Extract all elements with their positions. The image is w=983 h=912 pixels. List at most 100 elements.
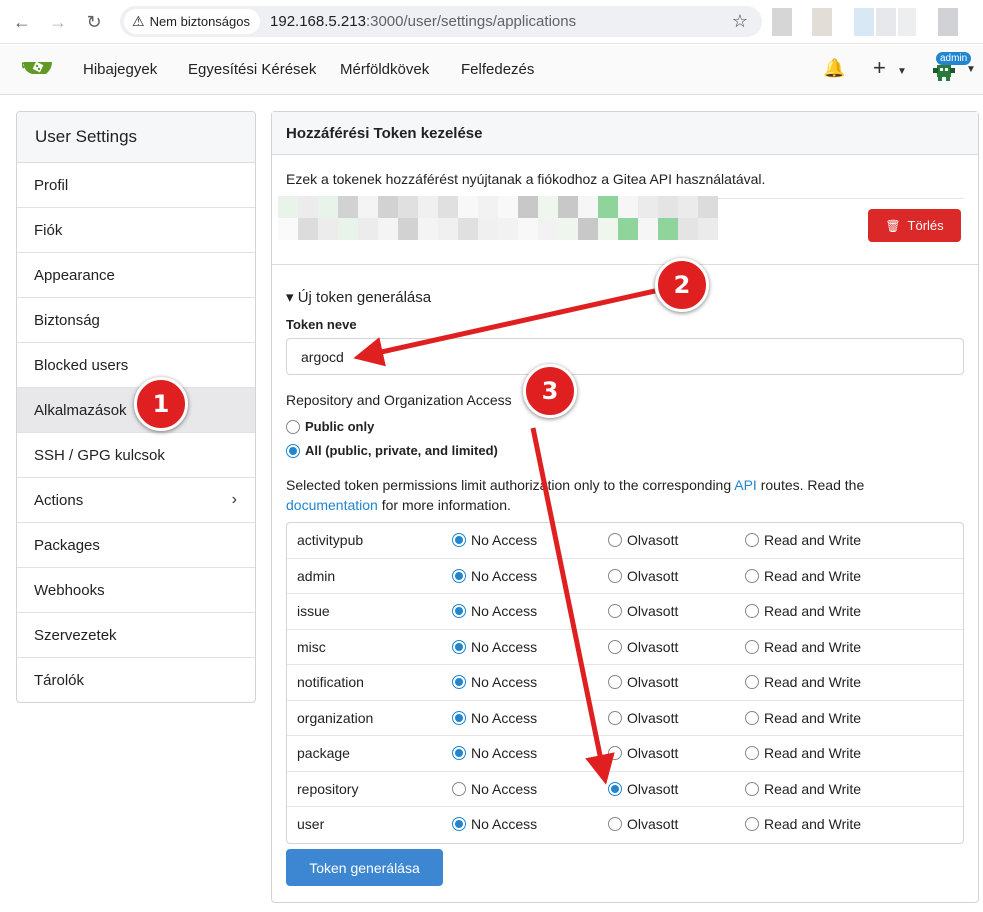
permission-option[interactable]: Olvasott <box>608 603 678 619</box>
radio-button[interactable] <box>745 710 759 725</box>
permission-option[interactable]: No Access <box>452 603 537 619</box>
security-chip[interactable]: ⚠ Nem biztonságos <box>124 9 261 34</box>
nav-milestones[interactable]: Mérföldkövek <box>340 61 429 78</box>
sidebar-item-blocked-users[interactable]: Blocked users <box>17 343 255 388</box>
radio-button[interactable] <box>745 675 759 689</box>
sidebar-item-organizations[interactable]: Szervezetek <box>17 613 255 658</box>
permission-option[interactable]: No Access <box>452 639 537 655</box>
sidebar-item-account[interactable]: Fiók <box>17 208 255 253</box>
radio-button[interactable] <box>608 710 622 725</box>
sidebar-item-packages[interactable]: Packages <box>17 523 255 568</box>
permission-option[interactable]: Read and Write <box>745 603 861 619</box>
permission-option[interactable]: No Access <box>452 781 537 797</box>
permission-option[interactable]: Read and Write <box>745 674 861 690</box>
extension-icon[interactable] <box>876 8 896 36</box>
radio-button[interactable] <box>608 639 622 654</box>
radio-button[interactable] <box>608 817 622 831</box>
radio-button[interactable] <box>608 675 622 689</box>
forward-icon[interactable]: → <box>40 4 76 40</box>
radio-button[interactable] <box>286 443 300 458</box>
permission-option[interactable]: Read and Write <box>745 532 861 548</box>
gitea-logo-icon[interactable] <box>22 57 54 81</box>
permission-option[interactable]: Read and Write <box>745 745 861 761</box>
security-label: Nem biztonságos <box>149 14 251 29</box>
permission-option[interactable]: Olvasott <box>608 745 678 761</box>
permission-option[interactable]: Olvasott <box>608 639 678 655</box>
radio-button[interactable] <box>452 746 466 760</box>
sidebar-title: User Settings <box>17 112 255 163</box>
bookmark-star-icon[interactable]: ☆ <box>732 11 748 32</box>
permission-option[interactable]: No Access <box>452 568 537 584</box>
permission-option[interactable]: Olvasott <box>608 532 678 548</box>
permission-option[interactable]: No Access <box>452 745 537 761</box>
permission-option[interactable]: Olvasott <box>608 674 678 690</box>
new-token-toggle[interactable]: ▾ Új token generálása <box>286 288 431 306</box>
permission-option[interactable]: Olvasott <box>608 710 678 726</box>
radio-button[interactable] <box>745 817 759 831</box>
radio-button[interactable] <box>745 533 759 547</box>
extension-icon[interactable] <box>772 8 792 36</box>
api-link[interactable]: API <box>734 477 757 493</box>
permission-option[interactable]: Read and Write <box>745 568 861 584</box>
permission-option[interactable]: Olvasott <box>608 781 678 797</box>
radio-button[interactable] <box>452 781 466 796</box>
delete-token-button[interactable]: 🗑 Törlés <box>868 209 961 242</box>
radio-button[interactable] <box>452 817 466 831</box>
radio-button[interactable] <box>608 533 622 547</box>
bell-icon[interactable]: 🔔 <box>823 58 845 79</box>
permission-option[interactable]: No Access <box>452 816 537 832</box>
sidebar-item-profile[interactable]: Profil <box>17 163 255 208</box>
sidebar-item-ssh-gpg-keys[interactable]: SSH / GPG kulcsok <box>17 433 255 478</box>
token-name-input[interactable] <box>286 338 964 375</box>
chevron-down-icon[interactable]: ▼ <box>897 66 907 77</box>
permission-option[interactable]: Read and Write <box>745 781 861 797</box>
extension-icon[interactable] <box>812 8 832 36</box>
radio-button[interactable] <box>452 675 466 689</box>
radio-button[interactable] <box>745 781 759 796</box>
sidebar-item-security[interactable]: Biztonság <box>17 298 255 343</box>
radio-button[interactable] <box>452 604 466 618</box>
permission-option[interactable]: Read and Write <box>745 710 861 726</box>
permission-option[interactable]: Olvasott <box>608 568 678 584</box>
documentation-link[interactable]: documentation <box>286 497 378 513</box>
extension-icon[interactable] <box>854 8 874 36</box>
sidebar-item-actions[interactable]: Actions › <box>17 478 255 523</box>
radio-button[interactable] <box>286 419 300 434</box>
radio-button[interactable] <box>608 781 622 796</box>
all-access-radio[interactable]: All (public, private, and limited) <box>286 443 498 458</box>
sidebar-item-appearance[interactable]: Appearance <box>17 253 255 298</box>
radio-button[interactable] <box>608 604 622 618</box>
sidebar-item-label: Actions <box>34 491 84 509</box>
back-icon[interactable]: ← <box>4 4 40 40</box>
generate-token-button[interactable]: Token generálása <box>286 849 443 886</box>
public-only-radio[interactable]: Public only <box>286 419 374 434</box>
permission-option-label: Olvasott <box>627 532 679 548</box>
profile-icon[interactable] <box>938 8 958 36</box>
permission-option[interactable]: Read and Write <box>745 816 861 832</box>
nav-issues[interactable]: Hibajegyek <box>83 61 157 78</box>
nav-explore[interactable]: Felfedezés <box>461 61 534 78</box>
address-bar[interactable]: ⚠ Nem biztonságos 192.168.5.213:3000/use… <box>120 6 762 37</box>
radio-button[interactable] <box>452 639 466 654</box>
extension-icon[interactable] <box>898 8 916 36</box>
radio-button[interactable] <box>745 604 759 618</box>
permission-option[interactable]: No Access <box>452 674 537 690</box>
nav-pull-requests[interactable]: Egyesítési Kérések <box>188 61 316 78</box>
chevron-down-icon[interactable]: ▼ <box>966 64 976 75</box>
permission-option[interactable]: Read and Write <box>745 639 861 655</box>
permission-option[interactable]: No Access <box>452 710 537 726</box>
sidebar-item-webhooks[interactable]: Webhooks <box>17 568 255 613</box>
radio-button[interactable] <box>452 568 466 583</box>
permission-option[interactable]: Olvasott <box>608 816 678 832</box>
plus-icon[interactable]: + <box>873 55 886 81</box>
radio-button[interactable] <box>452 710 466 725</box>
permission-option[interactable]: No Access <box>452 532 537 548</box>
radio-button[interactable] <box>745 639 759 654</box>
radio-button[interactable] <box>608 746 622 760</box>
reload-icon[interactable]: ↻ <box>76 4 112 40</box>
radio-button[interactable] <box>745 568 759 583</box>
radio-button[interactable] <box>745 746 759 760</box>
sidebar-item-repositories[interactable]: Tárolók <box>17 658 255 702</box>
radio-button[interactable] <box>452 533 466 547</box>
radio-button[interactable] <box>608 568 622 583</box>
